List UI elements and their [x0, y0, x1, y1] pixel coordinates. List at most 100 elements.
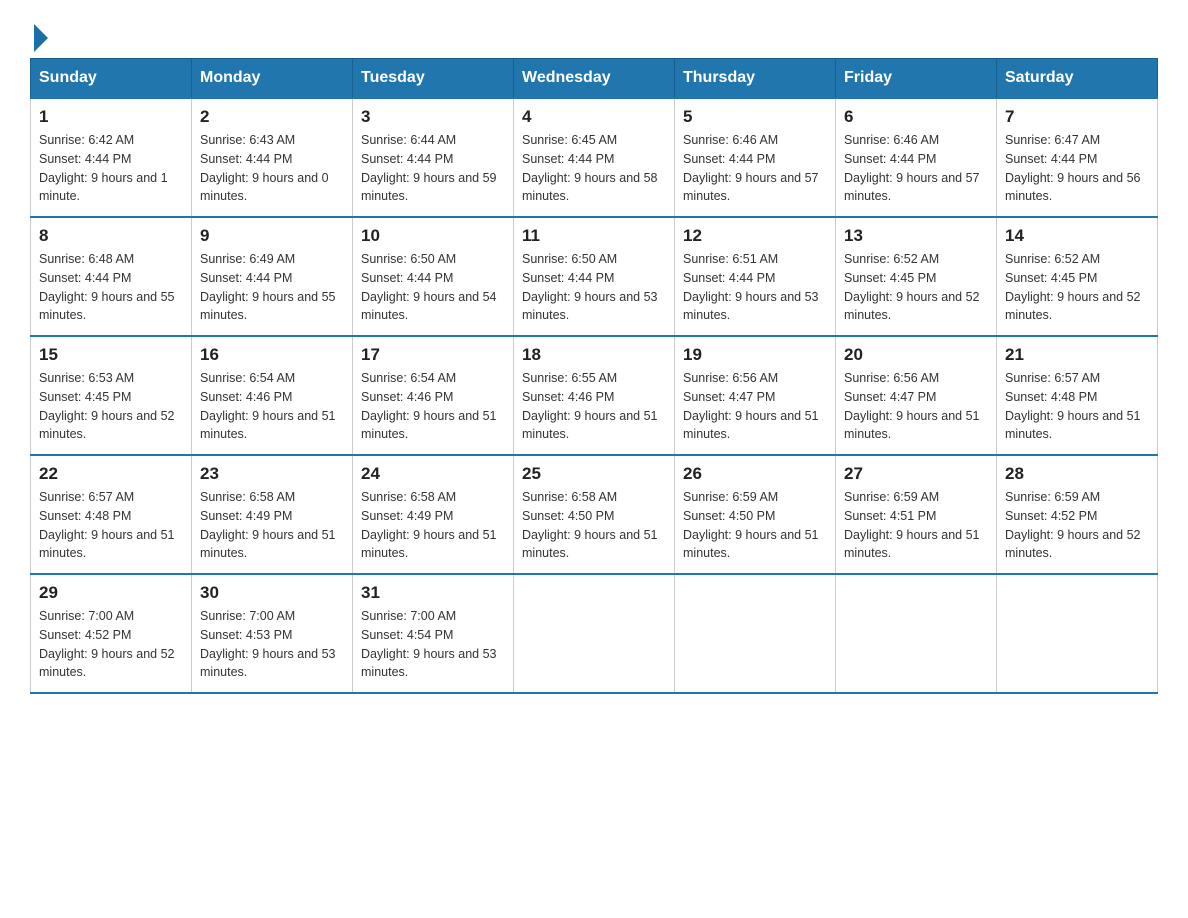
sunset-label: Sunset: 4:44 PM — [522, 152, 614, 166]
sunset-label: Sunset: 4:44 PM — [844, 152, 936, 166]
calendar-day-cell: 20 Sunrise: 6:56 AM Sunset: 4:47 PM Dayl… — [836, 336, 997, 455]
calendar-table: SundayMondayTuesdayWednesdayThursdayFrid… — [30, 58, 1158, 694]
daylight-label: Daylight: 9 hours and 51 minutes. — [522, 528, 658, 561]
daylight-label: Daylight: 9 hours and 51 minutes. — [200, 409, 336, 442]
daylight-label: Daylight: 9 hours and 51 minutes. — [844, 528, 980, 561]
calendar-day-cell: 22 Sunrise: 6:57 AM Sunset: 4:48 PM Dayl… — [31, 455, 192, 574]
day-info: Sunrise: 6:59 AM Sunset: 4:52 PM Dayligh… — [1005, 488, 1149, 563]
day-number: 21 — [1005, 345, 1149, 365]
sunrise-label: Sunrise: 6:45 AM — [522, 133, 617, 147]
daylight-label: Daylight: 9 hours and 57 minutes. — [683, 171, 819, 204]
sunrise-label: Sunrise: 6:57 AM — [39, 490, 134, 504]
day-number: 28 — [1005, 464, 1149, 484]
day-info: Sunrise: 6:59 AM Sunset: 4:50 PM Dayligh… — [683, 488, 827, 563]
sunset-label: Sunset: 4:49 PM — [361, 509, 453, 523]
calendar-day-cell: 17 Sunrise: 6:54 AM Sunset: 4:46 PM Dayl… — [353, 336, 514, 455]
daylight-label: Daylight: 9 hours and 59 minutes. — [361, 171, 497, 204]
day-number: 3 — [361, 107, 505, 127]
logo — [30, 20, 48, 48]
day-info: Sunrise: 6:56 AM Sunset: 4:47 PM Dayligh… — [844, 369, 988, 444]
daylight-label: Daylight: 9 hours and 51 minutes. — [361, 528, 497, 561]
page-header — [30, 20, 1158, 48]
day-number: 1 — [39, 107, 183, 127]
daylight-label: Daylight: 9 hours and 51 minutes. — [361, 409, 497, 442]
day-number: 20 — [844, 345, 988, 365]
calendar-day-cell: 26 Sunrise: 6:59 AM Sunset: 4:50 PM Dayl… — [675, 455, 836, 574]
day-number: 18 — [522, 345, 666, 365]
sunrise-label: Sunrise: 6:44 AM — [361, 133, 456, 147]
calendar-day-cell: 21 Sunrise: 6:57 AM Sunset: 4:48 PM Dayl… — [997, 336, 1158, 455]
day-number: 15 — [39, 345, 183, 365]
calendar-week-row: 29 Sunrise: 7:00 AM Sunset: 4:52 PM Dayl… — [31, 574, 1158, 693]
day-number: 31 — [361, 583, 505, 603]
sunrise-label: Sunrise: 6:54 AM — [200, 371, 295, 385]
daylight-label: Daylight: 9 hours and 53 minutes. — [522, 290, 658, 323]
sunrise-label: Sunrise: 6:46 AM — [844, 133, 939, 147]
daylight-label: Daylight: 9 hours and 52 minutes. — [1005, 528, 1141, 561]
sunrise-label: Sunrise: 7:00 AM — [361, 609, 456, 623]
day-number: 26 — [683, 464, 827, 484]
daylight-label: Daylight: 9 hours and 55 minutes. — [39, 290, 175, 323]
calendar-week-row: 15 Sunrise: 6:53 AM Sunset: 4:45 PM Dayl… — [31, 336, 1158, 455]
sunrise-label: Sunrise: 6:52 AM — [844, 252, 939, 266]
day-info: Sunrise: 6:43 AM Sunset: 4:44 PM Dayligh… — [200, 131, 344, 206]
sunrise-label: Sunrise: 6:42 AM — [39, 133, 134, 147]
calendar-day-cell: 10 Sunrise: 6:50 AM Sunset: 4:44 PM Dayl… — [353, 217, 514, 336]
daylight-label: Daylight: 9 hours and 1 minute. — [39, 171, 168, 204]
day-number: 14 — [1005, 226, 1149, 246]
daylight-label: Daylight: 9 hours and 51 minutes. — [683, 409, 819, 442]
day-number: 25 — [522, 464, 666, 484]
sunrise-label: Sunrise: 6:49 AM — [200, 252, 295, 266]
calendar-week-row: 1 Sunrise: 6:42 AM Sunset: 4:44 PM Dayli… — [31, 98, 1158, 217]
sunrise-label: Sunrise: 6:56 AM — [683, 371, 778, 385]
calendar-header-row: SundayMondayTuesdayWednesdayThursdayFrid… — [31, 59, 1158, 99]
calendar-day-cell: 12 Sunrise: 6:51 AM Sunset: 4:44 PM Dayl… — [675, 217, 836, 336]
calendar-day-cell: 14 Sunrise: 6:52 AM Sunset: 4:45 PM Dayl… — [997, 217, 1158, 336]
day-number: 7 — [1005, 107, 1149, 127]
daylight-label: Daylight: 9 hours and 0 minutes. — [200, 171, 329, 204]
day-number: 10 — [361, 226, 505, 246]
day-of-week-header: Tuesday — [353, 59, 514, 99]
sunset-label: Sunset: 4:44 PM — [200, 271, 292, 285]
day-number: 27 — [844, 464, 988, 484]
day-info: Sunrise: 6:58 AM Sunset: 4:49 PM Dayligh… — [200, 488, 344, 563]
calendar-day-cell: 18 Sunrise: 6:55 AM Sunset: 4:46 PM Dayl… — [514, 336, 675, 455]
daylight-label: Daylight: 9 hours and 58 minutes. — [522, 171, 658, 204]
sunrise-label: Sunrise: 6:58 AM — [522, 490, 617, 504]
sunrise-label: Sunrise: 7:00 AM — [39, 609, 134, 623]
day-info: Sunrise: 7:00 AM Sunset: 4:52 PM Dayligh… — [39, 607, 183, 682]
day-info: Sunrise: 7:00 AM Sunset: 4:53 PM Dayligh… — [200, 607, 344, 682]
calendar-day-cell: 3 Sunrise: 6:44 AM Sunset: 4:44 PM Dayli… — [353, 98, 514, 217]
day-info: Sunrise: 6:45 AM Sunset: 4:44 PM Dayligh… — [522, 131, 666, 206]
day-number: 23 — [200, 464, 344, 484]
day-info: Sunrise: 6:46 AM Sunset: 4:44 PM Dayligh… — [844, 131, 988, 206]
sunrise-label: Sunrise: 6:55 AM — [522, 371, 617, 385]
calendar-day-cell: 28 Sunrise: 6:59 AM Sunset: 4:52 PM Dayl… — [997, 455, 1158, 574]
daylight-label: Daylight: 9 hours and 54 minutes. — [361, 290, 497, 323]
sunset-label: Sunset: 4:45 PM — [1005, 271, 1097, 285]
sunrise-label: Sunrise: 6:47 AM — [1005, 133, 1100, 147]
sunset-label: Sunset: 4:47 PM — [844, 390, 936, 404]
daylight-label: Daylight: 9 hours and 52 minutes. — [1005, 290, 1141, 323]
daylight-label: Daylight: 9 hours and 51 minutes. — [522, 409, 658, 442]
day-of-week-header: Sunday — [31, 59, 192, 99]
calendar-day-cell — [997, 574, 1158, 693]
calendar-day-cell: 29 Sunrise: 7:00 AM Sunset: 4:52 PM Dayl… — [31, 574, 192, 693]
calendar-day-cell: 1 Sunrise: 6:42 AM Sunset: 4:44 PM Dayli… — [31, 98, 192, 217]
day-number: 12 — [683, 226, 827, 246]
sunset-label: Sunset: 4:52 PM — [1005, 509, 1097, 523]
day-info: Sunrise: 6:57 AM Sunset: 4:48 PM Dayligh… — [1005, 369, 1149, 444]
logo-arrow-icon — [34, 24, 48, 52]
sunset-label: Sunset: 4:44 PM — [1005, 152, 1097, 166]
daylight-label: Daylight: 9 hours and 57 minutes. — [844, 171, 980, 204]
day-of-week-header: Wednesday — [514, 59, 675, 99]
calendar-day-cell: 19 Sunrise: 6:56 AM Sunset: 4:47 PM Dayl… — [675, 336, 836, 455]
calendar-day-cell — [514, 574, 675, 693]
daylight-label: Daylight: 9 hours and 51 minutes. — [200, 528, 336, 561]
sunset-label: Sunset: 4:54 PM — [361, 628, 453, 642]
daylight-label: Daylight: 9 hours and 53 minutes. — [683, 290, 819, 323]
sunset-label: Sunset: 4:47 PM — [683, 390, 775, 404]
sunset-label: Sunset: 4:45 PM — [844, 271, 936, 285]
daylight-label: Daylight: 9 hours and 51 minutes. — [683, 528, 819, 561]
sunrise-label: Sunrise: 6:58 AM — [361, 490, 456, 504]
